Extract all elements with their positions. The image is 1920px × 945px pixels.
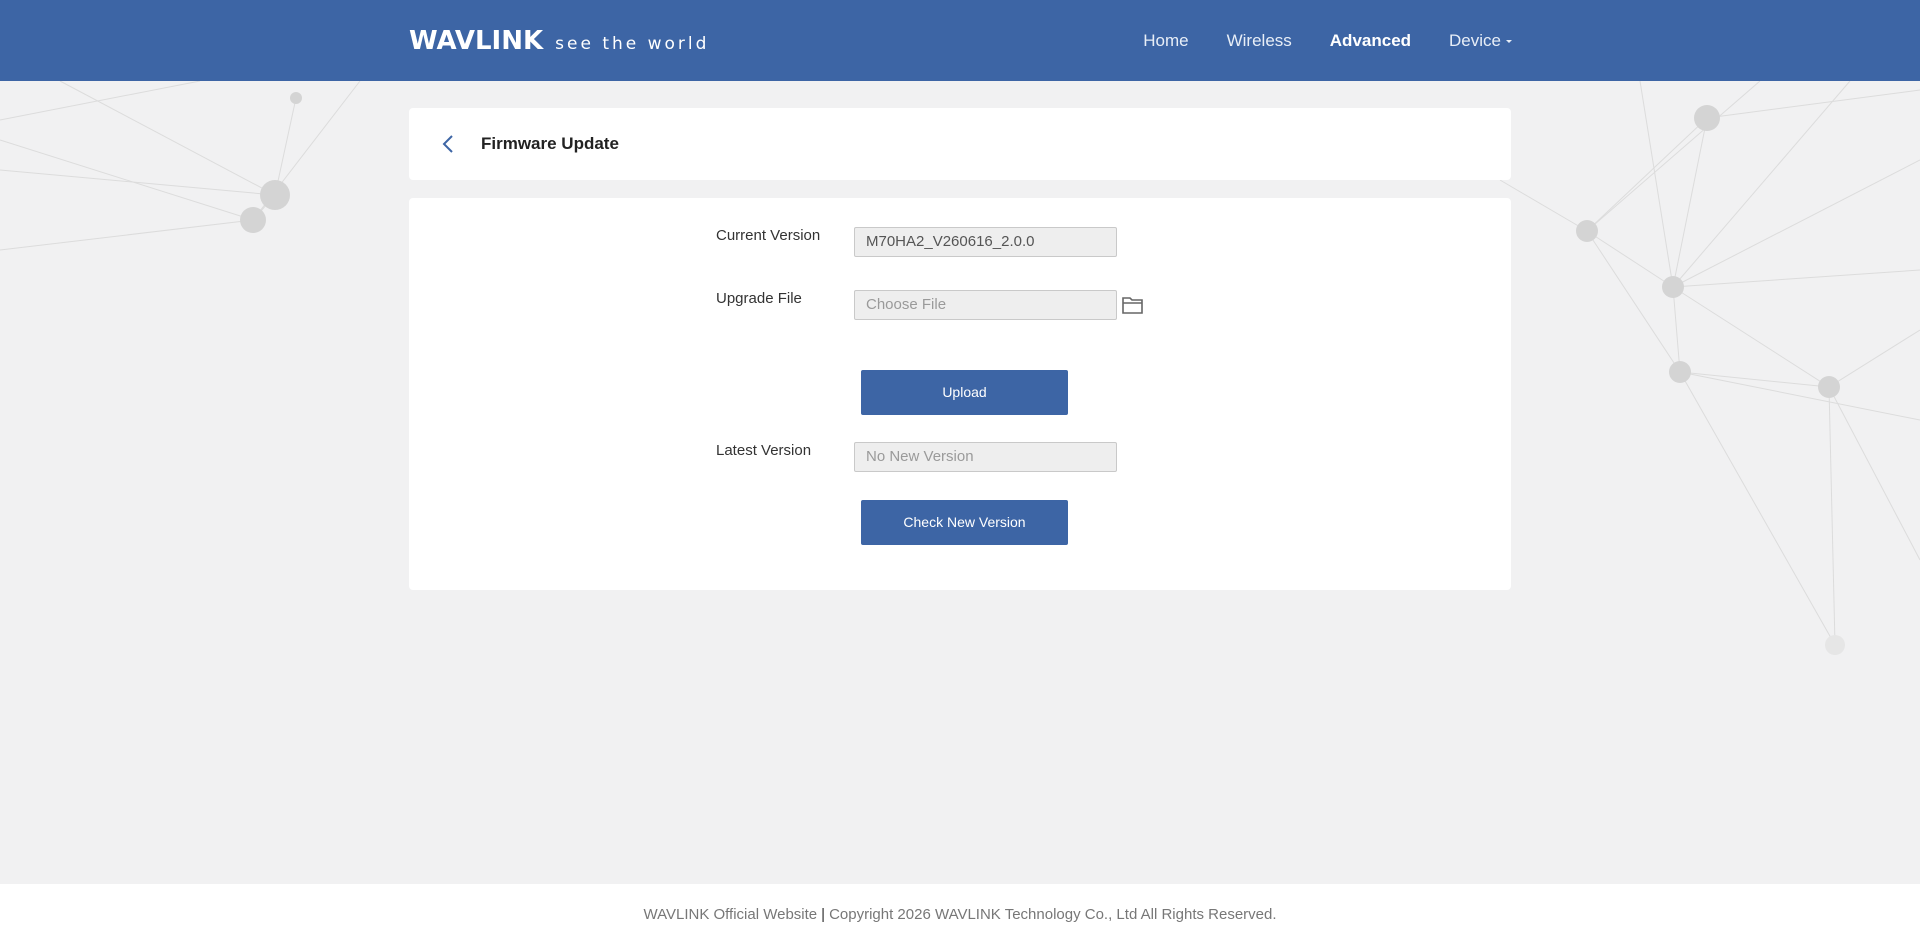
- logo-slogan: see the world: [555, 34, 710, 54]
- logo-brand: WAVLINK: [409, 26, 544, 56]
- upload-button[interactable]: Upload: [861, 370, 1068, 415]
- upgrade-file-label: Upgrade File: [716, 290, 802, 307]
- caret-down-icon: [1506, 40, 1512, 43]
- nav-advanced[interactable]: Advanced: [1330, 31, 1411, 51]
- browse-file-button[interactable]: [1121, 294, 1145, 316]
- main-nav: Home Wireless Advanced Device: [1105, 0, 1512, 81]
- back-button[interactable]: [433, 129, 463, 159]
- check-new-version-button[interactable]: Check New Version: [861, 500, 1068, 545]
- firmware-form: Current Version M70HA2_V260616_2.0.0 Upg…: [409, 198, 1511, 590]
- current-version-label: Current Version: [716, 227, 821, 244]
- page-title: Firmware Update: [481, 134, 619, 153]
- chevron-left-icon: [442, 135, 453, 153]
- wavlink-logo[interactable]: WAVLINK see the world: [409, 26, 709, 56]
- footer: WAVLINK Official Website | Copyright 202…: [0, 884, 1920, 945]
- nav-device[interactable]: Device: [1449, 31, 1512, 51]
- nav-home[interactable]: Home: [1143, 31, 1188, 51]
- folder-icon: [1122, 297, 1143, 314]
- footer-separator: |: [821, 906, 826, 923]
- top-header: WAVLINK see the world Home Wireless Adva…: [0, 0, 1920, 81]
- page-title-bar: Firmware Update: [409, 108, 1511, 180]
- upgrade-file-input[interactable]: Choose File: [854, 290, 1117, 320]
- latest-version-field: No New Version: [854, 442, 1117, 472]
- official-website-link[interactable]: WAVLINK Official Website: [643, 906, 817, 923]
- nav-device-label: Device: [1449, 30, 1501, 50]
- latest-version-label: Latest Version: [716, 442, 812, 459]
- current-version-field: M70HA2_V260616_2.0.0: [854, 227, 1117, 257]
- copyright-text: Copyright 2026 WAVLINK Technology Co., L…: [829, 906, 1277, 923]
- nav-wireless[interactable]: Wireless: [1227, 31, 1292, 51]
